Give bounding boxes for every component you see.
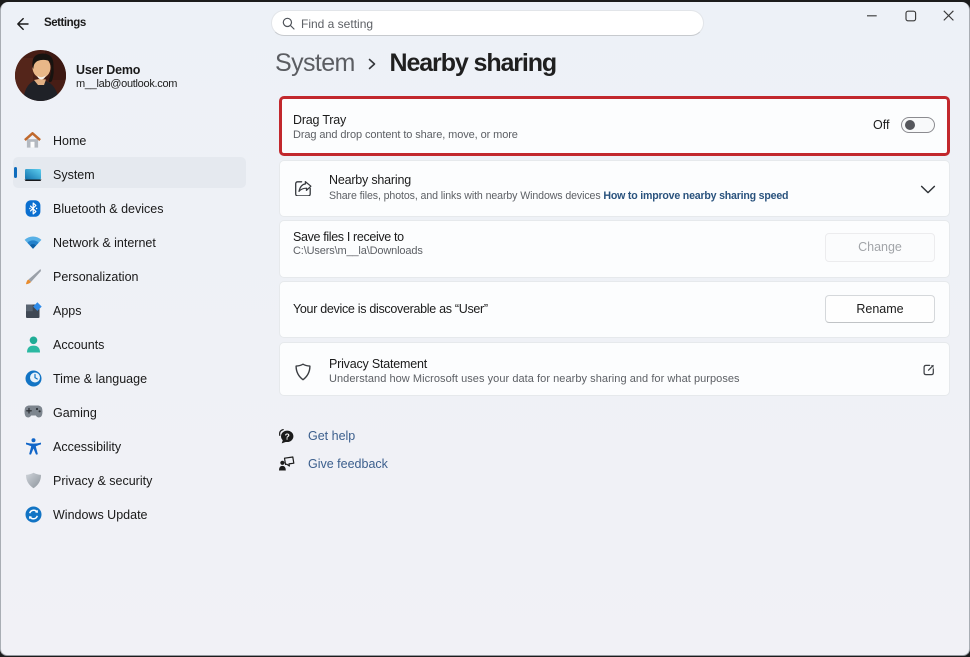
svg-text:?: ?	[285, 431, 290, 441]
